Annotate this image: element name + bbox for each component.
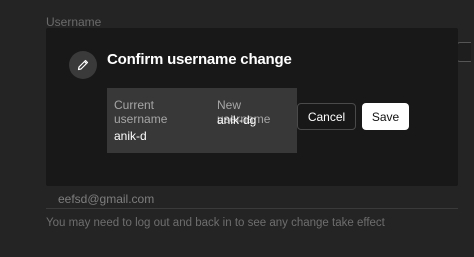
username-comparison-box: Current username anik-d New username ani… xyxy=(107,88,297,153)
email-value: eefsd@gmail.com xyxy=(58,192,155,206)
current-username-label-line1: Current xyxy=(114,98,155,112)
cancel-button[interactable]: Cancel xyxy=(297,103,356,130)
background-edit-control xyxy=(456,42,471,62)
current-username-label-line2: username xyxy=(114,112,168,126)
change-hint-text: You may need to log out and back in to s… xyxy=(46,217,385,229)
new-username-value: anik-dg xyxy=(217,113,257,127)
dialog-title: Confirm username change xyxy=(107,51,292,68)
current-username-value: anik-d xyxy=(114,129,147,143)
pencil-icon xyxy=(69,51,97,79)
save-button[interactable]: Save xyxy=(362,103,409,130)
pencil-icon-glyph xyxy=(77,59,89,71)
